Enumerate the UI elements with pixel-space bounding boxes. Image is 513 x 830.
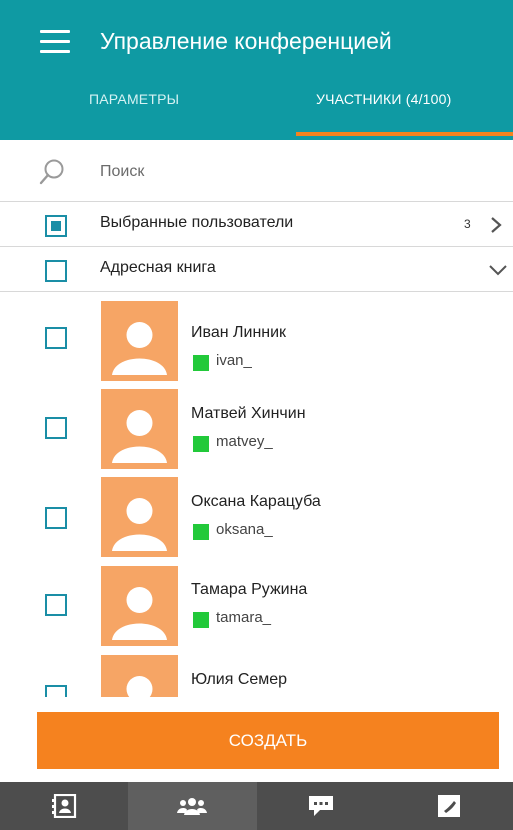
address-book-row[interactable]: Адресная книга <box>0 247 513 292</box>
status-online-icon <box>193 436 209 452</box>
list-item[interactable]: Матвей Хинчин matvey_ <box>0 389 513 477</box>
contact-name: Тамара Ружина <box>191 581 308 598</box>
chat-icon <box>308 796 333 816</box>
contact-login: oksana_ <box>216 521 273 538</box>
contact-login: ivan_ <box>216 352 252 369</box>
address-book-checkbox[interactable] <box>45 260 67 282</box>
chevron-right-icon[interactable] <box>490 216 502 234</box>
selected-users-checkbox[interactable] <box>45 215 67 237</box>
contacts-list: Иван Линник ivan_ Матвей Хинчин matvey_ … <box>0 293 513 697</box>
list-item[interactable]: Иван Линник ivan_ <box>0 301 513 389</box>
page-title: Управление конференцией <box>100 28 392 54</box>
tab-parameters[interactable]: ПАРАМЕТРЫ <box>89 91 179 107</box>
status-online-icon <box>193 612 209 628</box>
contact-name: Оксана Карацуба <box>191 493 321 510</box>
avatar <box>101 301 178 381</box>
selected-users-row[interactable]: Выбранные пользователи 3 <box>0 202 513 247</box>
contact-name: Иван Линник <box>191 324 287 341</box>
nav-chat[interactable] <box>257 782 385 830</box>
status-online-icon <box>193 355 209 371</box>
search-icon <box>39 159 64 185</box>
bottom-nav <box>0 782 513 830</box>
nav-contacts[interactable] <box>0 782 128 830</box>
list-item[interactable]: Юлия Семер <box>0 655 513 697</box>
chevron-down-icon[interactable] <box>488 264 508 276</box>
tab-participants[interactable]: УЧАСТНИКИ (4/100) <box>316 91 452 107</box>
selected-users-label: Выбранные пользователи <box>100 214 294 231</box>
list-item[interactable]: Тамара Ружина tamara_ <box>0 566 513 654</box>
avatar <box>101 477 178 557</box>
create-button[interactable]: СОЗДАТЬ <box>37 712 499 769</box>
nav-calls[interactable] <box>385 782 513 830</box>
selected-count-badge: 3 <box>464 217 471 231</box>
contact-checkbox[interactable] <box>45 327 67 349</box>
contact-checkbox[interactable] <box>45 594 67 616</box>
nav-participants[interactable] <box>128 782 257 830</box>
search-input[interactable] <box>100 158 480 186</box>
list-item[interactable]: Оксана Карацуба oksana_ <box>0 477 513 565</box>
search-bar <box>0 140 513 202</box>
contact-login: matvey_ <box>216 433 273 450</box>
phone-icon <box>437 795 460 817</box>
app-header: Управление конференцией ПАРАМЕТРЫ УЧАСТН… <box>0 0 513 140</box>
contact-checkbox[interactable] <box>45 417 67 439</box>
avatar <box>101 566 178 646</box>
group-icon <box>177 798 208 815</box>
menu-icon[interactable] <box>40 30 70 54</box>
contact-checkbox[interactable] <box>45 507 67 529</box>
contact-login: tamara_ <box>216 609 272 626</box>
active-tab-indicator <box>296 132 513 136</box>
contact-name: Матвей Хинчин <box>191 405 306 422</box>
contact-checkbox[interactable] <box>45 685 67 697</box>
contact-name: Юлия Семер <box>191 671 288 688</box>
avatar <box>101 389 178 469</box>
address-book-label: Адресная книга <box>100 259 216 276</box>
status-online-icon <box>193 524 209 540</box>
contact-card-icon <box>52 794 77 818</box>
avatar <box>101 655 178 697</box>
